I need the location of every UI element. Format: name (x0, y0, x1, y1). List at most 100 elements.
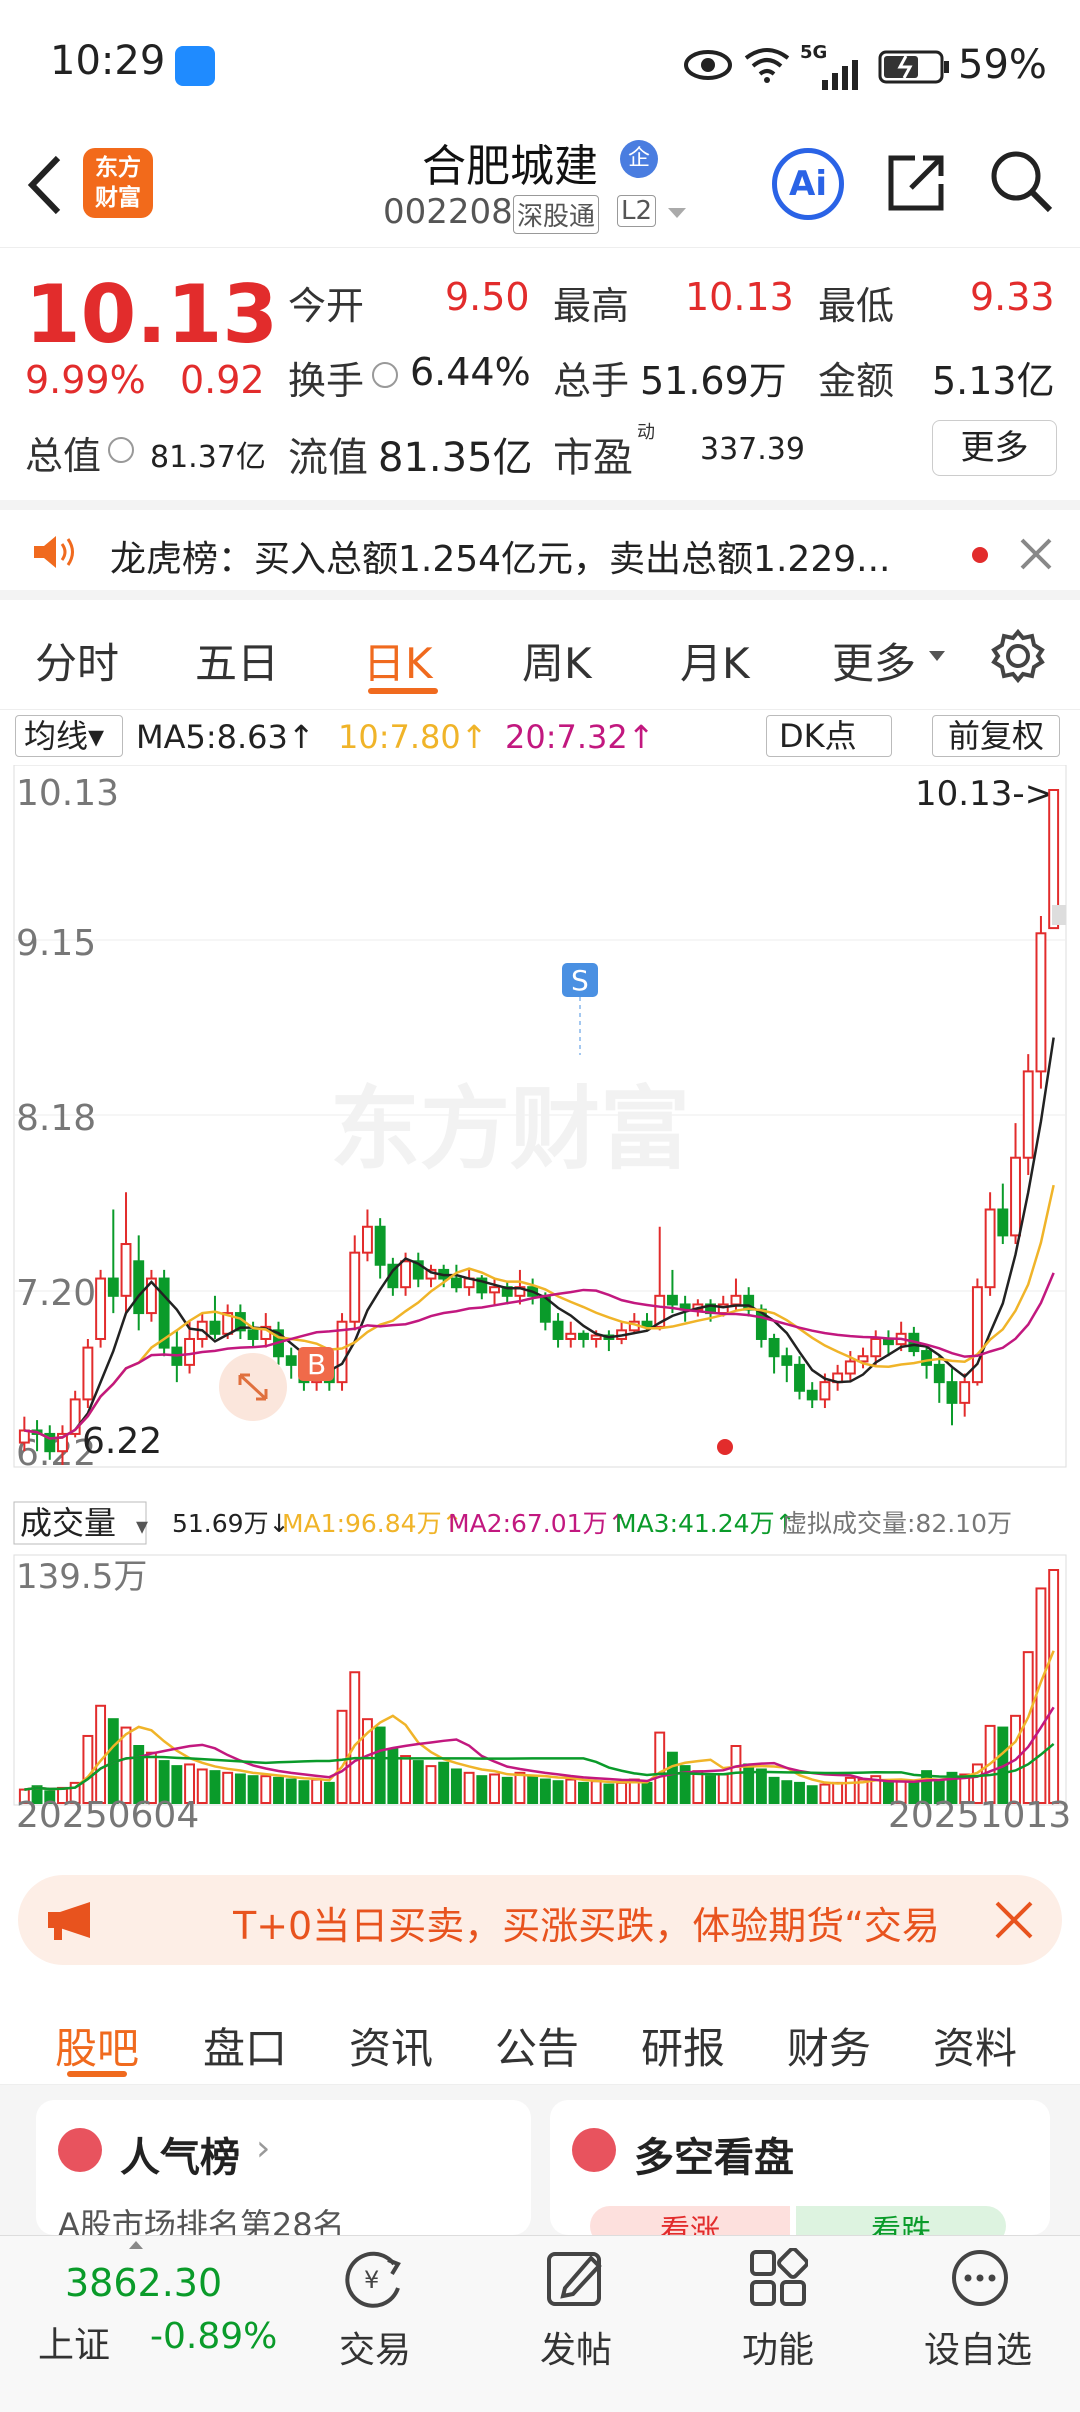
volume-bar (82, 1734, 94, 1805)
volume-bar (400, 1755, 412, 1805)
volume-select-label: 成交量 (20, 1504, 116, 1542)
ai-button[interactable]: Ai (772, 148, 844, 220)
wifi-icon (744, 48, 790, 83)
y-tick: 8.18 (16, 1098, 96, 1139)
ma20-label: 20:7.32↑ (505, 718, 655, 756)
tab-forum[interactable]: 股吧 (55, 2015, 139, 2076)
volume-bar (234, 1773, 246, 1805)
vol-ma2-label: MA2:67.01万↑ (448, 1509, 629, 1538)
candle-body (184, 1337, 195, 1366)
bull-bear-card[interactable]: 多空看盘 看涨 看跌 (550, 2100, 1050, 2249)
volume-bar (641, 1781, 653, 1804)
tab-research[interactable]: 研报 (641, 2015, 725, 2076)
volume-label: 51.69万↓ (172, 1509, 290, 1538)
nav-post[interactable]: 发帖 (496, 2321, 656, 2373)
info-icon[interactable] (108, 437, 134, 463)
adjust-button[interactable]: 前复权 (932, 715, 1060, 757)
candle-body (984, 1208, 996, 1289)
nav-trade[interactable]: 交易 (295, 2321, 455, 2373)
tab-orderbook[interactable]: 盘口 (203, 2015, 287, 2076)
tab-news[interactable]: 资讯 (349, 2015, 433, 2076)
chevron-up-icon (129, 2241, 143, 2249)
high-value: 10.13 (685, 275, 794, 319)
volume-bar (1048, 1569, 1060, 1804)
volume-bar (730, 1745, 742, 1805)
tab-monthly-k[interactable]: 月K (680, 630, 750, 691)
candle-body (450, 1277, 462, 1289)
search-icon[interactable] (988, 148, 1054, 218)
tab-intraday[interactable]: 分时 (35, 630, 119, 691)
candle-body (768, 1337, 780, 1358)
candle-body (133, 1260, 145, 1315)
megaphone-icon (48, 1902, 90, 1940)
float-label: 流值 (288, 435, 368, 481)
notice-bar[interactable]: 龙虎榜：买入总额1.254亿元，卖出总额1.229... (0, 500, 1080, 600)
ma-select[interactable]: 均线▾ (15, 715, 123, 757)
volume-bar (705, 1775, 716, 1805)
candle-body (590, 1334, 602, 1340)
share-icon[interactable] (885, 150, 949, 214)
info-icon[interactable] (372, 362, 398, 388)
index-value[interactable]: 3862.30 (65, 2261, 222, 2305)
candle-body (819, 1381, 831, 1401)
tab-weekly-k[interactable]: 周K (522, 630, 592, 691)
tab-five-day[interactable]: 五日 (195, 630, 279, 691)
gear-icon[interactable] (990, 628, 1046, 684)
nav-functions[interactable]: 功能 (698, 2321, 858, 2373)
logo-line-2: 财富 (95, 185, 141, 211)
close-icon[interactable] (1018, 536, 1054, 572)
index-pct[interactable]: -0.89% (150, 2316, 277, 2357)
volume-bar (539, 1778, 551, 1804)
stock-header: 东方 财富 合肥城建 企 002208 深股通 L2 Ai (0, 130, 1080, 248)
promo-banner[interactable]: T+0当日买卖，买涨买跌，体验期货“交易 (18, 1875, 1062, 1965)
kline-chart[interactable]: 东方财富 10.13 9.15 8.18 7.20 6.22 10.13-> 6… (0, 765, 1080, 1840)
mktcap-value: 81.37亿 (150, 440, 266, 475)
virtual-volume-label: 虚拟成交量:82.10万 (782, 1509, 1012, 1538)
open-label: 今开 (288, 284, 365, 328)
popularity-card[interactable]: 人气榜 › A股市场排名第28名 (36, 2100, 531, 2244)
pe-dynamic-sup: 动 (637, 422, 655, 443)
more-button[interactable]: 更多 (932, 420, 1057, 476)
volume-bar (209, 1770, 221, 1804)
min-price-marker: 6.22 (82, 1421, 162, 1462)
tab-announcements[interactable]: 公告 (495, 2015, 579, 2076)
volume-bar (476, 1775, 488, 1805)
current-price: 10.13 (25, 268, 279, 361)
dropdown-icon[interactable] (666, 206, 688, 220)
tab-profile[interactable]: 资料 (933, 2015, 1017, 2076)
tab-more[interactable]: 更多 (832, 630, 916, 691)
candle-body (82, 1346, 94, 1401)
tab-daily-k[interactable]: 日K (363, 630, 433, 691)
candle-body (489, 1286, 500, 1294)
candle-body (1010, 1156, 1021, 1237)
nav-add-watchlist[interactable]: 设自选 (898, 2321, 1058, 2373)
index-name[interactable]: 上证 (38, 2316, 110, 2368)
y-tick: 7.20 (16, 1273, 96, 1314)
close-icon[interactable] (993, 1899, 1035, 1941)
volume-bar (552, 1780, 564, 1804)
volume-bar (514, 1771, 526, 1804)
volume-select-caret: ▾ (136, 1512, 148, 1540)
tab-financials[interactable]: 财务 (787, 2015, 871, 2076)
volume-bar (311, 1778, 323, 1804)
volume-bar (438, 1761, 450, 1804)
ranking-icon (58, 2128, 102, 2172)
svg-text:¥: ¥ (364, 2266, 379, 2294)
app-logo: 东方 财富 (83, 148, 153, 218)
volume-value: 51.69万 (640, 359, 787, 403)
candle-body (18, 1429, 30, 1444)
volume-bar (603, 1783, 615, 1805)
volume-bar (743, 1763, 755, 1804)
price-change-pct: 9.99% (25, 358, 146, 402)
back-icon[interactable] (22, 152, 66, 218)
volume-bar (565, 1778, 577, 1804)
active-subtab-indicator (67, 2071, 127, 2077)
dk-point-button[interactable]: DK点 (766, 715, 892, 757)
battery-level: 59% (958, 42, 1047, 88)
volume-bar (298, 1780, 310, 1804)
volume-bar (590, 1780, 602, 1804)
volume-bar (654, 1731, 666, 1804)
logo-line-1: 东方 (95, 155, 141, 181)
versus-icon (572, 2128, 616, 2172)
candle-body (921, 1350, 933, 1366)
